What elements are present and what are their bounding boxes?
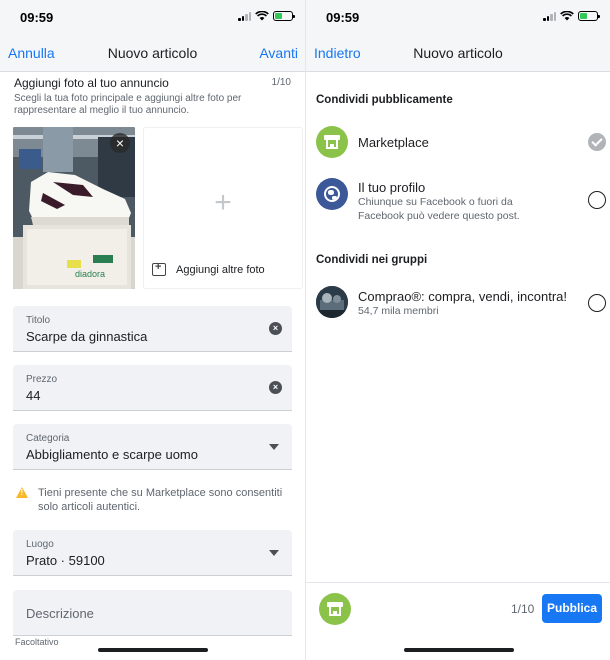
wifi-icon — [560, 11, 574, 21]
signal-icon — [238, 11, 251, 21]
share-option-marketplace[interactable]: Marketplace — [316, 126, 606, 160]
photos-title: Aggiungi foto al tuo annuncio — [14, 76, 169, 90]
group-option[interactable]: Comprao®: compra, vendi, incontra! 54,7 … — [316, 286, 606, 320]
description-input[interactable]: Descrizione — [13, 590, 292, 636]
plus-icon: + — [214, 186, 232, 219]
bottom-bar: 1/10 Pubblica — [306, 582, 610, 634]
remove-photo-close-icon[interactable]: × — [110, 133, 130, 153]
price-label: Prezzo — [26, 374, 58, 385]
share-options-screen: 09:59 Indietro Nuovo articolo Condividi … — [305, 0, 610, 660]
battery-icon — [273, 11, 295, 21]
group-avatar — [316, 286, 348, 318]
status-time: 09:59 — [20, 10, 54, 25]
category-label: Categoria — [26, 433, 70, 444]
profile-subtitle: Chiunque su Facebook o fuori da Facebook… — [358, 196, 520, 222]
title-label: Titolo — [26, 315, 51, 326]
item-photo[interactable]: diadora × — [13, 127, 135, 289]
description-helper: Facoltativo — [15, 637, 59, 647]
new-item-form-screen: 09:59 Annulla Nuovo articolo Avanti Aggi… — [0, 0, 305, 660]
location-select[interactable]: Luogo Prato · 59100 — [13, 530, 292, 576]
chevron-down-icon — [269, 444, 279, 450]
chevron-down-icon — [269, 550, 279, 556]
nav-bar: Indietro Nuovo articolo — [306, 34, 610, 72]
group-radio[interactable] — [588, 294, 606, 312]
wifi-icon — [255, 11, 269, 21]
price-field[interactable]: Prezzo 44 × — [13, 365, 292, 411]
group-title: Comprao®: compra, vendi, incontra! — [358, 289, 568, 304]
profile-radio[interactable] — [588, 191, 606, 209]
battery-icon — [578, 11, 600, 21]
photo-row: diadora × + Aggiungi altre foto — [13, 127, 303, 289]
title-field[interactable]: Titolo Scarpe da ginnastica × — [13, 306, 292, 352]
profile-title: Il tuo profilo — [358, 180, 426, 195]
status-icons — [238, 11, 295, 21]
share-groups-heading: Condividi nei gruppi — [316, 254, 428, 266]
category-value: Abbigliamento e scarpe uomo — [26, 447, 198, 462]
authentic-items-notice: Tieni presente che su Marketplace sono c… — [16, 486, 286, 514]
title-value: Scarpe da ginnastica — [26, 329, 148, 344]
notice-text: Tieni presente che su Marketplace sono c… — [38, 487, 283, 513]
marketplace-title: Marketplace — [358, 135, 429, 150]
photos-header: Aggiungi foto al tuo annuncio 1/10 Scegl… — [0, 72, 305, 120]
page-title: Nuovo articolo — [413, 45, 503, 61]
description-placeholder: Descrizione — [26, 606, 94, 621]
add-photos-label-row: Aggiungi altre foto — [152, 261, 265, 276]
signal-icon — [543, 11, 556, 21]
price-value: 44 — [26, 388, 41, 403]
publish-button[interactable]: Pubblica — [542, 594, 602, 623]
photos-hint: Scegli la tua foto principale e aggiungi… — [14, 93, 242, 116]
marketplace-store-icon — [316, 126, 348, 158]
nav-bar: Annulla Nuovo articolo Avanti — [0, 34, 305, 72]
group-members: 54,7 mila membri — [358, 305, 439, 317]
add-photos-label: Aggiungi altre foto — [176, 263, 265, 276]
status-bar: 09:59 — [0, 0, 305, 34]
home-indicator[interactable] — [404, 648, 514, 652]
warning-icon — [16, 487, 28, 498]
add-photo-icon — [152, 261, 166, 276]
clear-price-icon[interactable]: × — [269, 381, 282, 394]
location-label: Luogo — [26, 539, 54, 550]
photo-count: 1/10 — [511, 602, 535, 616]
globe-icon — [316, 178, 348, 210]
status-time: 09:59 — [326, 10, 360, 25]
share-public-heading: Condividi pubblicamente — [316, 94, 453, 106]
status-icons — [543, 11, 600, 21]
share-option-profile[interactable]: Il tuo profilo Chiunque su Facebook o fu… — [316, 178, 606, 224]
marketplace-store-icon — [319, 593, 351, 625]
home-indicator[interactable] — [98, 648, 208, 652]
category-select[interactable]: Categoria Abbigliamento e scarpe uomo — [13, 424, 292, 470]
location-value: Prato · 59100 — [26, 553, 105, 568]
marketplace-check-icon[interactable] — [588, 133, 606, 151]
add-photos-button[interactable]: + Aggiungi altre foto — [143, 127, 303, 289]
clear-title-icon[interactable]: × — [269, 322, 282, 335]
status-bar: 09:59 — [306, 0, 610, 34]
svg-text:diadora: diadora — [75, 269, 105, 279]
next-button[interactable]: Avanti — [259, 45, 298, 61]
photos-count: 1/10 — [271, 77, 291, 88]
